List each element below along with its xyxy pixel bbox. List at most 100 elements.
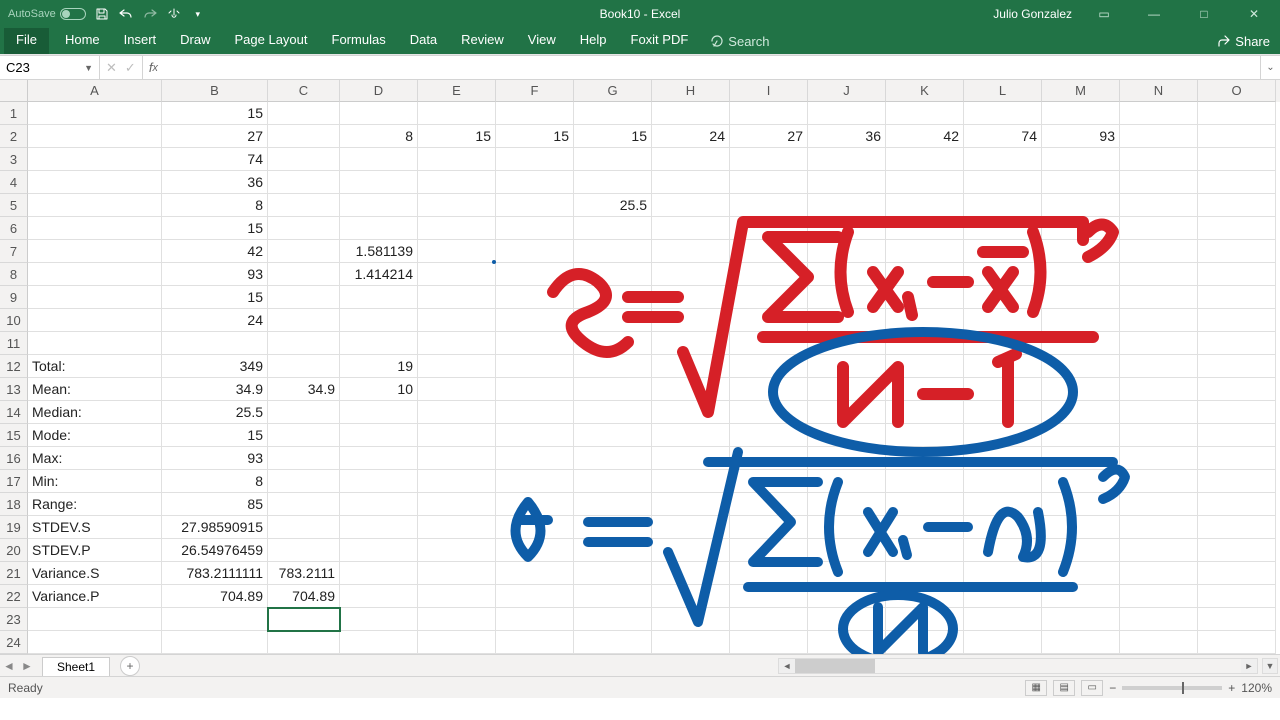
cell[interactable] [268,217,340,240]
cell[interactable] [496,585,574,608]
cell[interactable] [964,424,1042,447]
cell[interactable] [808,102,886,125]
row-header[interactable]: 14 [0,401,28,424]
cell[interactable] [496,194,574,217]
cell[interactable] [496,470,574,493]
cell[interactable] [730,332,808,355]
cell[interactable] [162,608,268,631]
cell[interactable] [268,240,340,263]
cell[interactable] [1198,539,1276,562]
cell[interactable] [1198,286,1276,309]
cell[interactable] [808,631,886,654]
cell[interactable] [1198,516,1276,539]
row-header[interactable]: 15 [0,424,28,447]
cell[interactable] [1120,470,1198,493]
cell[interactable] [964,401,1042,424]
cell[interactable] [808,585,886,608]
row-header[interactable]: 20 [0,539,28,562]
column-header[interactable]: O [1198,80,1276,102]
cell[interactable] [808,401,886,424]
scroll-down-icon[interactable]: ▼ [1262,658,1278,674]
horizontal-scrollbar[interactable]: ◄ ► [778,658,1258,674]
cell[interactable] [268,631,340,654]
maximize-icon[interactable]: □ [1186,0,1222,28]
cell[interactable] [574,240,652,263]
cell[interactable] [964,102,1042,125]
cell[interactable] [652,286,730,309]
cell[interactable] [1198,401,1276,424]
cell[interactable]: 8 [162,194,268,217]
cell[interactable] [340,608,418,631]
cell[interactable] [496,286,574,309]
cell[interactable] [1120,608,1198,631]
cancel-formula-icon[interactable]: ✕ [106,60,117,76]
row-header[interactable]: 6 [0,217,28,240]
cell[interactable] [418,148,496,171]
cell[interactable] [28,332,162,355]
formula-input[interactable] [164,56,1260,79]
cell[interactable]: 24 [162,309,268,332]
cell[interactable] [886,194,964,217]
cell[interactable] [28,263,162,286]
cell[interactable]: 34.9 [162,378,268,401]
cell[interactable] [1198,240,1276,263]
cell[interactable]: Range: [28,493,162,516]
cell[interactable]: 42 [162,240,268,263]
cell[interactable]: 15 [162,102,268,125]
cell[interactable]: 15 [574,125,652,148]
cell[interactable] [574,355,652,378]
cell[interactable] [496,355,574,378]
cell[interactable] [418,194,496,217]
cell[interactable] [418,562,496,585]
cell[interactable] [340,401,418,424]
cell[interactable] [268,493,340,516]
cell[interactable] [886,240,964,263]
cell[interactable] [28,194,162,217]
column-header[interactable]: C [268,80,340,102]
cell[interactable] [730,378,808,401]
cell[interactable] [886,401,964,424]
cell[interactable] [886,332,964,355]
cell[interactable] [1120,539,1198,562]
cell[interactable] [730,631,808,654]
cell[interactable] [652,263,730,286]
tab-data[interactable]: Data [398,28,449,54]
cell[interactable] [808,309,886,332]
cell[interactable]: 24 [652,125,730,148]
cell[interactable] [1198,148,1276,171]
cell[interactable] [1198,493,1276,516]
cell[interactable] [886,470,964,493]
cell[interactable] [340,562,418,585]
cell[interactable] [1042,401,1120,424]
cell[interactable] [1042,585,1120,608]
row-header[interactable]: 22 [0,585,28,608]
cell[interactable]: 10 [340,378,418,401]
cell[interactable] [730,470,808,493]
cell[interactable] [268,447,340,470]
cell[interactable]: 783.2111 [268,562,340,585]
cell[interactable] [268,286,340,309]
cell[interactable] [964,263,1042,286]
cell[interactable]: 19 [340,355,418,378]
cell[interactable] [28,171,162,194]
cell[interactable] [418,585,496,608]
cell[interactable] [1120,355,1198,378]
cell[interactable] [418,516,496,539]
column-header[interactable]: G [574,80,652,102]
cell[interactable] [1120,424,1198,447]
row-header[interactable]: 7 [0,240,28,263]
cell[interactable] [496,102,574,125]
cell[interactable]: Variance.S [28,562,162,585]
cell[interactable] [808,539,886,562]
cell[interactable] [268,516,340,539]
cell[interactable] [730,539,808,562]
cell[interactable] [340,309,418,332]
cell[interactable] [730,447,808,470]
cell[interactable] [964,539,1042,562]
cell[interactable] [886,148,964,171]
scroll-left-icon[interactable]: ◄ [779,659,795,673]
cell[interactable] [268,470,340,493]
cell[interactable] [886,493,964,516]
row-header[interactable]: 12 [0,355,28,378]
cell[interactable] [1042,539,1120,562]
